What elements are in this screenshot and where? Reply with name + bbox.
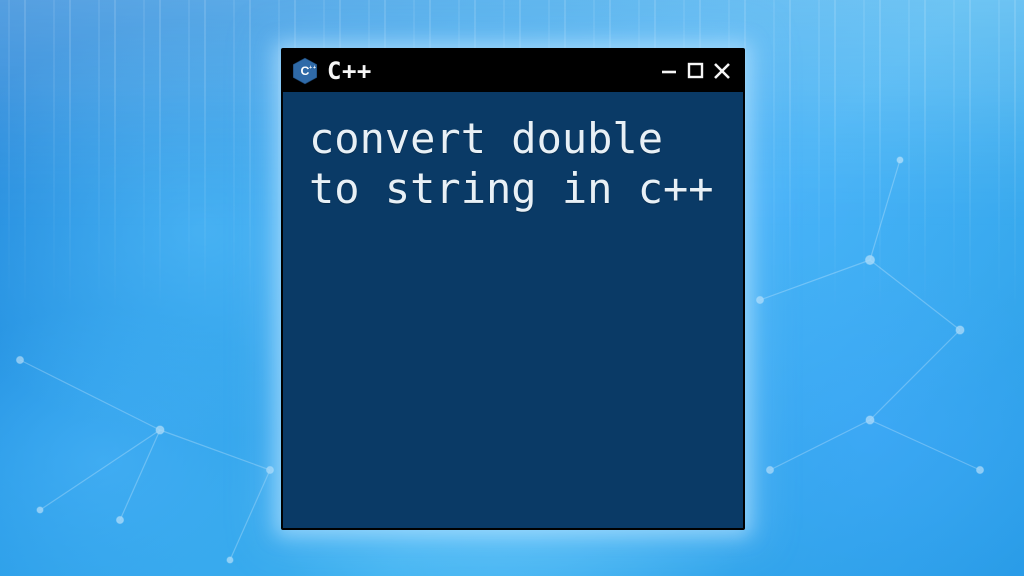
- svg-text:+: +: [313, 65, 316, 71]
- maximize-icon[interactable]: [685, 60, 707, 82]
- cpp-logo-icon: C + +: [291, 57, 319, 85]
- minimize-icon[interactable]: [659, 60, 681, 82]
- svg-text:+: +: [309, 65, 312, 71]
- window-controls: [659, 60, 733, 82]
- terminal-content: convert double to string in c++: [283, 92, 743, 237]
- terminal-window: C + + C++ con: [281, 48, 745, 530]
- svg-text:C: C: [301, 64, 310, 78]
- window-title: C++: [327, 57, 651, 85]
- close-icon[interactable]: [711, 60, 733, 82]
- titlebar[interactable]: C + + C++: [283, 50, 743, 92]
